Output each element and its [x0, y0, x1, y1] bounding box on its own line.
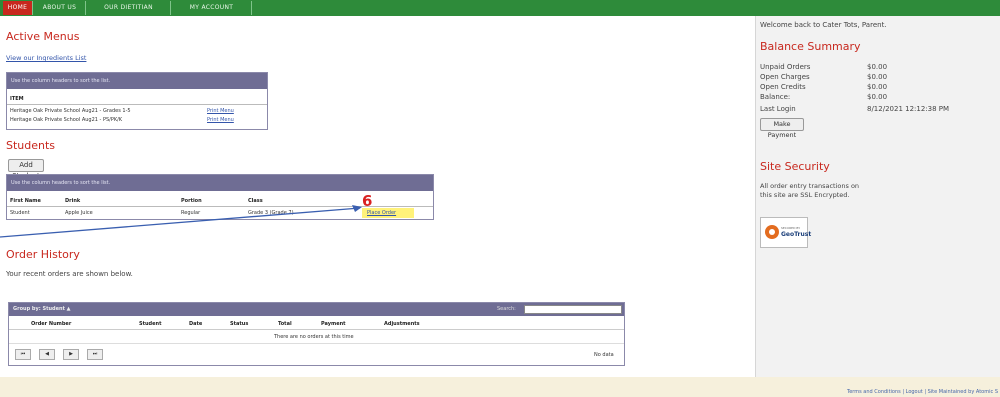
balance-label-charges: Open Charges [760, 73, 810, 81]
pager-first-button[interactable]: ⏮ [15, 349, 31, 360]
column-header-status[interactable]: Status [230, 321, 248, 327]
search-label: Search: [497, 306, 516, 312]
page-footer: Terms and Conditions | Logout | Site Mai… [0, 377, 1000, 397]
balance-label-balance: Balance: [760, 93, 791, 101]
pager-last-button[interactable]: ⏭ [87, 349, 103, 360]
balance-summary-heading: Balance Summary [760, 40, 861, 53]
balance-label-credits: Open Credits [760, 83, 806, 91]
nav-tab-about-us[interactable]: ABOUT US [34, 1, 86, 15]
welcome-text: Welcome back to Cater Tots, Parent. [760, 21, 887, 29]
column-header-total[interactable]: Total [278, 321, 292, 327]
group-by-bar: Group by: Student ▲ Search: [9, 303, 624, 316]
no-data-label: No data [594, 352, 614, 358]
header-divider [9, 329, 624, 330]
nav-tab-home[interactable]: HOME [3, 1, 33, 15]
last-login-label: Last Login [760, 105, 796, 113]
row-divider [9, 343, 624, 344]
add-student-button[interactable]: Add Student [8, 159, 44, 180]
column-header-adjustments[interactable]: Adjustments [384, 321, 420, 327]
balance-label-unpaid: Unpaid Orders [760, 63, 811, 71]
geotrust-logo-icon [765, 225, 779, 239]
order-history-heading: Order History [6, 248, 80, 261]
top-nav: HOME ABOUT US OUR DIETITIAN MY ACCOUNT [0, 0, 1000, 16]
site-security-heading: Site Security [760, 160, 830, 173]
column-header-item[interactable]: ITEM [10, 96, 24, 102]
order-history-table: Group by: Student ▲ Search: Order Number… [8, 302, 625, 366]
footer-links[interactable]: Terms and Conditions | Logout | Site Mai… [847, 389, 998, 395]
last-login-value: 8/12/2021 12:12:38 PM [867, 105, 950, 113]
active-menus-heading: Active Menus [6, 30, 80, 43]
pager-prev-button[interactable]: ◀ [39, 349, 55, 360]
right-sidebar: Welcome back to Cater Tots, Parent. Bala… [755, 16, 1000, 377]
make-payment-button[interactable]: Make Payment [760, 118, 804, 139]
empty-orders-message: There are no orders at this time [274, 334, 354, 340]
menu-row-1-item: Heritage Oak Private School Aug21 - Grad… [10, 108, 131, 114]
badge-geotrust-name: GeoTrust [781, 231, 812, 238]
balance-value-charges: $0.00 [867, 73, 888, 81]
column-header-payment[interactable]: Payment [321, 321, 346, 327]
nav-tab-our-dietitian[interactable]: OUR DIETITIAN [87, 1, 171, 15]
active-menus-table: Use the column headers to sort the list.… [6, 72, 268, 130]
students-heading: Students [6, 139, 56, 152]
app-window: HOME ABOUT US OUR DIETITIAN MY ACCOUNT A… [0, 0, 1000, 397]
balance-value-unpaid: $0.00 [867, 63, 888, 71]
balance-value-credits: $0.00 [867, 83, 888, 91]
column-header-order-number[interactable]: Order Number [31, 321, 71, 327]
table-sort-hint: Use the column headers to sort the list. [7, 73, 267, 89]
column-header-date[interactable]: Date [189, 321, 202, 327]
order-history-subtitle: Your recent orders are shown below. [6, 270, 133, 278]
print-menu-link-1[interactable]: Print Menu [207, 108, 234, 114]
students-sort-hint: Use the column headers to sort the list. [7, 175, 433, 191]
search-input[interactable] [524, 305, 622, 314]
security-text-line-2: this site are SSL Encrypted. [760, 191, 850, 199]
balance-value-balance: $0.00 [867, 93, 888, 101]
security-text-line-1: All order entry transactions on [760, 182, 860, 190]
group-by-student[interactable]: Group by: Student ▲ [13, 306, 71, 312]
pager-next-button[interactable]: ▶ [63, 349, 79, 360]
geotrust-badge[interactable]: SECURED BY GeoTrust [760, 217, 812, 248]
print-menu-link-2[interactable]: Print Menu [207, 117, 234, 123]
menu-row-2-item: Heritage Oak Private School Aug21 - PS/P… [10, 117, 123, 123]
badge-secured-by: SECURED BY [781, 226, 801, 230]
nav-tab-my-account[interactable]: MY ACCOUNT [172, 1, 252, 15]
header-divider [7, 104, 267, 105]
annotation-arrow [0, 205, 362, 238]
column-header-student[interactable]: Student [139, 321, 161, 327]
ingredients-list-link[interactable]: View our Ingredients List [6, 54, 86, 62]
